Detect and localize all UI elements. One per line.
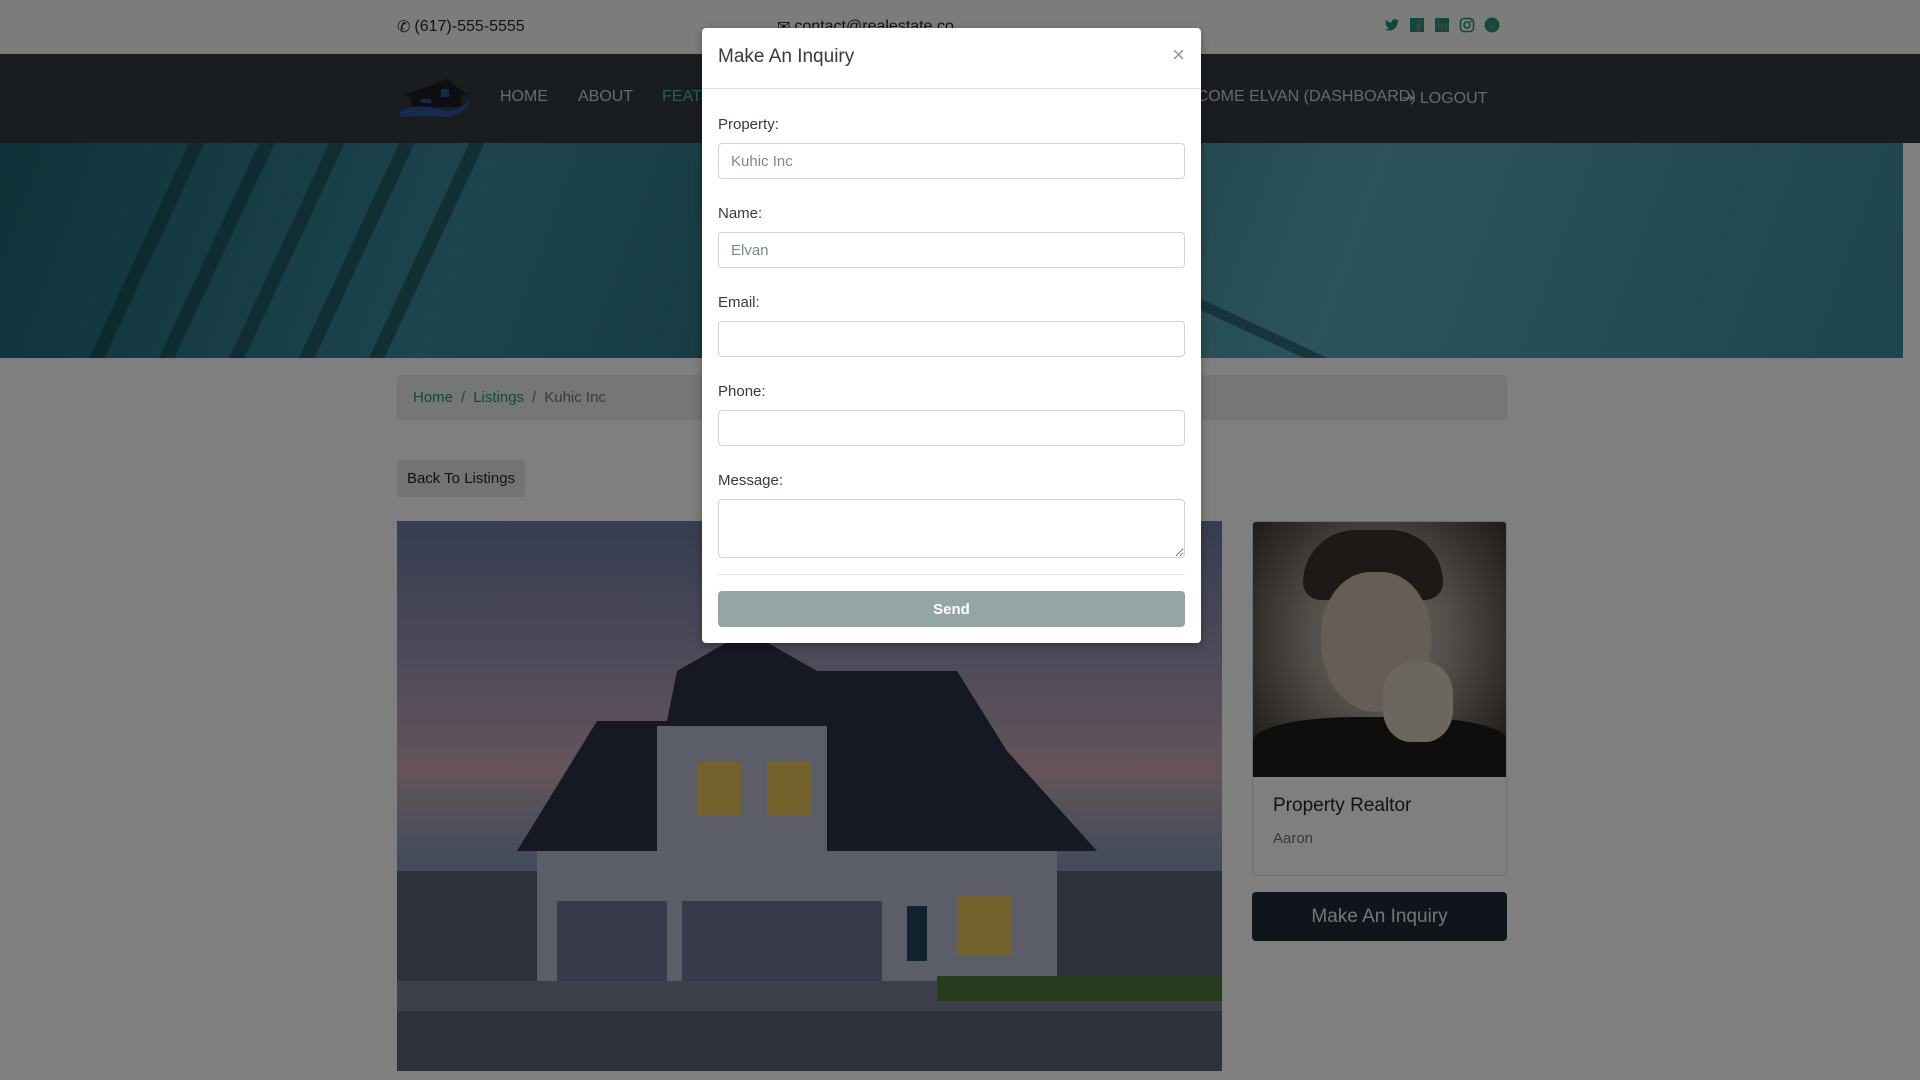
close-icon[interactable]: × [1172,44,1185,66]
email-field[interactable] [718,321,1185,357]
property-label: Property: [718,116,779,133]
phone-field[interactable] [718,410,1185,446]
modal-header: Make An Inquiry × [702,28,1201,89]
name-label: Name: [718,205,763,222]
message-label: Message: [718,472,784,489]
property-field[interactable] [718,143,1185,179]
send-button[interactable]: Send [718,591,1185,627]
name-field[interactable] [718,232,1185,268]
modal-title: Make An Inquiry [718,46,855,67]
form-divider [718,574,1185,575]
inquiry-modal: Make An Inquiry × Property: Name: Email:… [702,28,1201,643]
email-label: Email: [718,294,760,311]
phone-label: Phone: [718,383,766,400]
message-field[interactable] [718,499,1185,558]
